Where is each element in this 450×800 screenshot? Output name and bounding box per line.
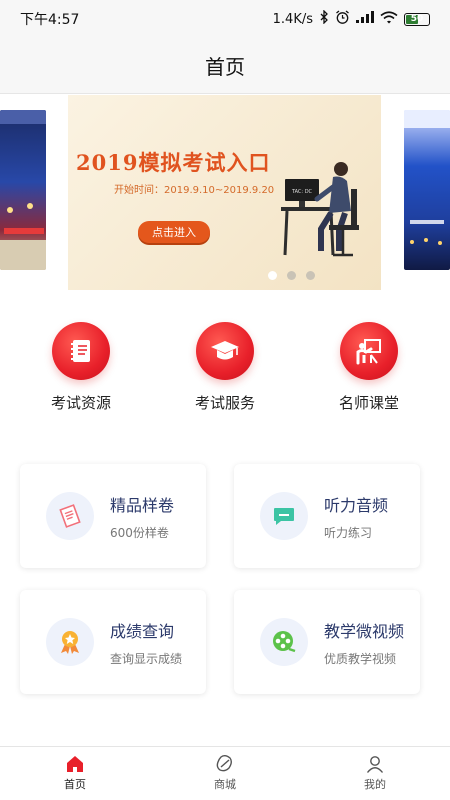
network-speed: 1.4K/s (272, 11, 313, 27)
wifi-icon (380, 10, 398, 28)
banner-title: 2019模拟考试入口 (76, 150, 271, 175)
carousel-indicators[interactable] (268, 271, 315, 280)
chat-bubble-icon (274, 508, 294, 525)
category-exam-resources[interactable]: 考试资源 (26, 322, 136, 413)
card-icon-wrap (46, 492, 94, 540)
student-at-computer-illustration: TAC: DC (281, 162, 359, 257)
enter-exam-button[interactable]: 点击进入 (138, 221, 210, 243)
category-icon-wrap[interactable] (196, 322, 254, 380)
battery-level-text: 50 (410, 14, 424, 24)
category-icon-wrap[interactable] (52, 322, 110, 380)
card-title: 成绩查询 (110, 621, 175, 641)
banner-subtitle: 开始时间：2019.9.10~2019.9.20 (114, 185, 275, 196)
battery-icon: 50 (404, 12, 430, 26)
card-subtitle: 查询显示成绩 (110, 651, 183, 666)
category-label: 考试资源 (50, 394, 111, 412)
card-score-query[interactable]: 成绩查询 查询显示成绩 (20, 590, 206, 694)
carousel-dot[interactable] (306, 271, 315, 280)
category-famous-teachers[interactable]: 名师课堂 (314, 322, 424, 413)
nav-label: 我的 (364, 778, 386, 791)
page-title: 首页 (205, 55, 245, 79)
nav-item-shop[interactable]: 商城 (150, 747, 300, 800)
banner-slide-next[interactable] (404, 110, 450, 270)
nav-label: 首页 (64, 778, 86, 791)
banner-slide-main[interactable]: 2019模拟考试入口 开始时间：2019.9.10~2019.9.20 点击进入… (68, 95, 381, 290)
category-label: 考试服务 (194, 394, 255, 412)
person-icon (366, 756, 384, 773)
card-title: 精品样卷 (110, 495, 175, 515)
teacher-icon (356, 339, 381, 365)
category-row: 考试资源 考试服务 名师课堂 (0, 322, 450, 422)
carousel-dot[interactable] (268, 271, 277, 280)
card-subtitle: 听力练习 (324, 525, 373, 540)
card-sample-papers[interactable]: 精品样卷 600份样卷 (20, 464, 206, 568)
header: 首页 (0, 38, 450, 94)
card-teaching-videos[interactable]: 教学微视频 优质教学视频 (234, 590, 420, 694)
film-reel-icon (273, 631, 296, 653)
shop-icon (216, 755, 232, 772)
nav-item-home[interactable]: 首页 (0, 747, 150, 800)
banner-slide-previous[interactable] (0, 110, 46, 270)
home-icon (67, 756, 83, 772)
monitor-screen-text: TAC: DC (291, 189, 313, 195)
medal-icon (61, 631, 79, 654)
card-icon-wrap (260, 618, 308, 666)
signal-icon (356, 11, 374, 27)
banner-carousel[interactable]: 2019模拟考试入口 开始时间：2019.9.10~2019.9.20 点击进入… (0, 95, 450, 295)
nav-item-mine[interactable]: 我的 (300, 747, 450, 800)
category-label: 名师课堂 (338, 394, 399, 412)
card-subtitle: 优质教学视频 (324, 651, 397, 666)
notebook-icon (71, 340, 90, 362)
status-time: 下午4:57 (20, 12, 80, 28)
category-icon-wrap[interactable] (340, 322, 398, 380)
category-exam-services[interactable]: 考试服务 (170, 322, 280, 413)
carousel-dot[interactable] (287, 271, 296, 280)
bluetooth-icon (319, 9, 329, 28)
graduation-cap-icon (211, 341, 239, 360)
bottom-nav: 首页 商城 我的 (0, 746, 450, 800)
card-icon-wrap (260, 492, 308, 540)
alarm-icon (335, 9, 350, 29)
card-title: 听力音频 (324, 495, 389, 515)
nav-label: 商城 (214, 778, 236, 791)
card-icon-wrap (46, 618, 94, 666)
card-subtitle: 600份样卷 (110, 525, 169, 540)
status-icons: 1.4K/s 50 (272, 9, 430, 29)
status-bar: 下午4:57 1.4K/s 50 (0, 0, 450, 38)
card-title: 教学微视频 (324, 621, 405, 641)
paper-icon (59, 504, 81, 528)
card-listening-audio[interactable]: 听力音频 听力练习 (234, 464, 420, 568)
